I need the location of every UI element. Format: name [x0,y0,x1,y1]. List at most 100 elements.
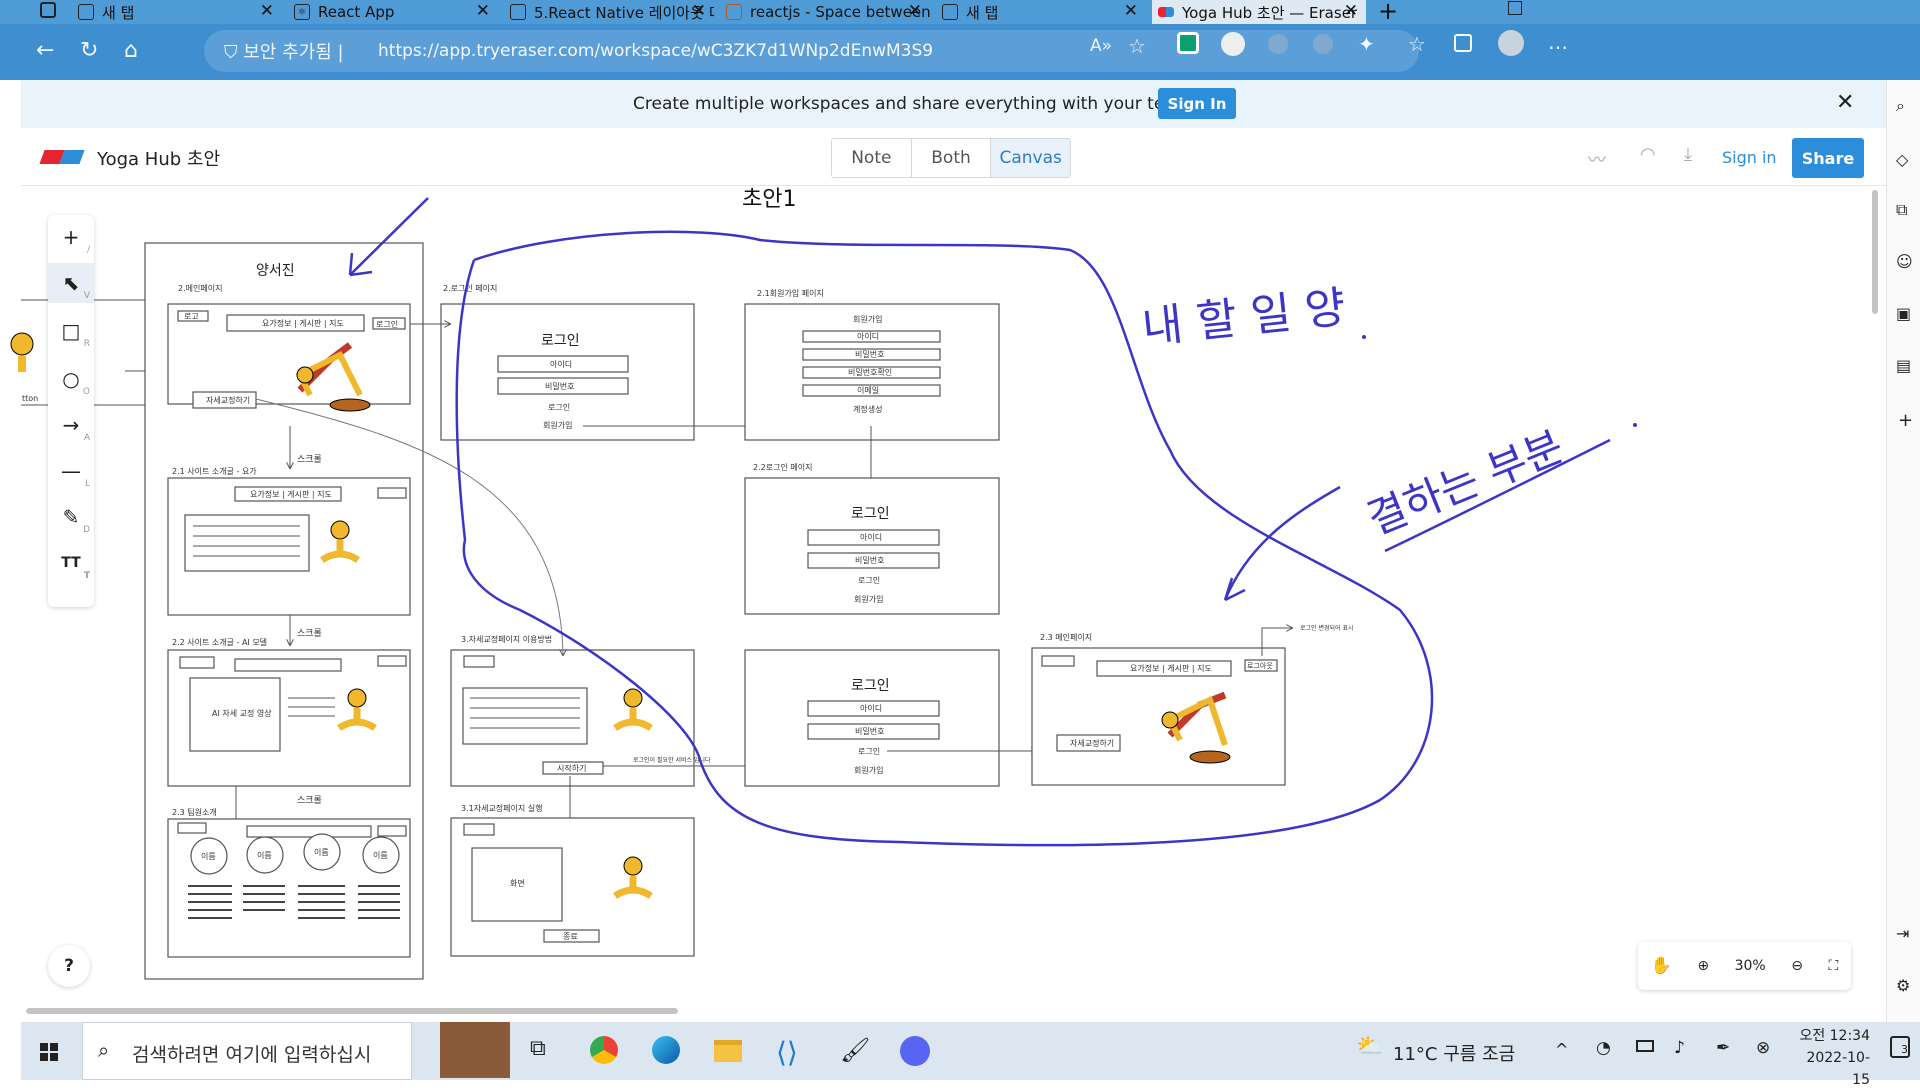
vscode-icon[interactable]: ⟨⟩ [776,1036,798,1069]
scroll-label: 스크롤 [297,454,322,465]
vertical-scrollbar[interactable] [1872,190,1878,314]
weather-text[interactable]: 11°C 구름 조금 [1393,1040,1515,1066]
start-button-text: 시작하기 [557,763,586,773]
add-tool-button[interactable]: + / [48,217,94,257]
zoom-out-icon[interactable]: ⊖ [1791,958,1803,974]
create-account-text: 계정생성 [853,404,882,414]
logo-box [463,655,495,668]
chrome-icon[interactable] [590,1036,618,1064]
draw-tool-button[interactable]: ✎ D [48,497,94,537]
fullscreen-icon[interactable]: ⛶ [1828,958,1838,974]
ellipse-tool-button[interactable]: ○ O [48,359,94,399]
author-label: 양서진 [256,263,295,279]
svg-text:비밀번호: 비밀번호 [855,727,884,736]
login-then-note: 로그인 변경되어 표시 [1300,624,1354,632]
end-button-text: 종료 [563,932,578,941]
svg-text:아이디: 아이디 [860,532,882,542]
svg-text:회원가입: 회원가입 [854,766,883,775]
logout-text: 로그아웃 [1247,661,1273,670]
section-label: 2.2 사이트 소개글 - AI 모델 [172,637,267,647]
zoom-in-icon[interactable]: ⊕ [1697,958,1709,974]
file-explorer-icon[interactable] [714,1040,742,1062]
nav-box [234,658,342,672]
svg-text:로그인: 로그인 [851,678,890,694]
zoom-controls: ✋ ⊕ 30% ⊖ ⛶ [1638,942,1851,990]
logo-box [177,822,207,834]
edge-icon[interactable] [652,1036,680,1064]
svg-text:아이디: 아이디 [857,331,879,341]
login-box [377,487,407,499]
text-block [184,514,310,572]
text-tool-button[interactable]: TT T [48,543,94,583]
yoga-figure-partial [10,332,34,372]
battery-icon[interactable] [1636,1040,1654,1052]
arrow-tool-button[interactable]: → A [48,405,94,445]
section-label: 2.3 메인페이지 [1040,632,1092,642]
id-field-text: 아이디 [550,359,572,369]
signup-link-text: 회원가입 [543,421,572,430]
nav-text: 요가정보 | 게시판 | 지도 [262,318,344,328]
logo-box [179,656,215,669]
svg-text:요가정보 | 게시판 | 지도: 요가정보 | 게시판 | 지도 [1130,663,1212,673]
hand-pan-icon[interactable]: ✋ [1651,956,1672,976]
clock-time: 오전 12:34 [1799,1028,1870,1044]
frame-title[interactable]: 초안1 [742,187,796,212]
logo-box [1041,655,1075,667]
handwritten-dot [1633,423,1637,427]
select-tool-button[interactable]: ⬉ V [48,263,94,303]
help-button[interactable]: ? [48,945,90,987]
svg-text:로그인: 로그인 [858,746,880,756]
section-label: 3.자세교정페이지 이용방법 [461,634,552,644]
pw-field-text: 비밀번호 [545,382,574,391]
handwritten-note-2: 결하는 부분 [1360,421,1570,544]
task-view-icon[interactable]: ⧉ [530,1036,546,1061]
discord-icon[interactable] [900,1036,930,1066]
tray-chevron-icon[interactable]: ^ [1555,1040,1568,1059]
svg-text:회원가입: 회원가입 [854,595,883,604]
ime-icon[interactable]: ⊗ [1756,1038,1770,1058]
paint-icon[interactable]: 🖌 [840,1036,870,1064]
signup-title: 회원가입 [853,315,882,324]
section-label: 3.1자세교정페이지 실행 [461,803,543,813]
svg-text:이름: 이름 [314,847,329,857]
logo-text: 로고 [184,312,199,321]
drawing-toolbar: + / ⬉ V □ R ○ O → A — L ✎ D TT T [48,215,94,607]
nav-box [246,825,372,838]
network-icon[interactable]: ◔ [1596,1038,1611,1058]
notification-icon[interactable]: 3 [1890,1036,1910,1058]
search-highlight-image[interactable] [440,1022,510,1078]
posture-btn-text: 자세교정하기 [206,395,250,405]
search-icon: ⌕ [98,1038,110,1062]
windows-start-icon[interactable] [40,1043,58,1061]
login-page-wireframe[interactable] [744,477,1000,615]
login-btn-text: 로그인 [376,319,398,329]
handwritten-dot [1362,335,1366,339]
volume-icon[interactable]: ♪ [1674,1038,1685,1058]
section-label: 2.1회원가입 페이지 [757,288,824,298]
section-label: 2.1 사이트 소개글 - 요가 [172,466,257,476]
line-tool-button[interactable]: — L [48,451,94,491]
svg-text:로그인: 로그인 [851,506,890,522]
login-box [377,825,407,837]
taskbar-clock[interactable]: 오전 12:34 2022-10-15 [1790,1025,1870,1091]
rectangle-tool-button[interactable]: □ R [48,311,94,351]
svg-text:자세교정하기: 자세교정하기 [1070,738,1114,748]
scroll-label: 스크롤 [297,628,322,639]
horizontal-scrollbar[interactable] [26,1008,678,1014]
svg-text:비밀번호확인: 비밀번호확인 [848,367,892,377]
svg-text:로그인: 로그인 [858,575,880,585]
pen-icon[interactable]: ✒ [1716,1038,1730,1058]
canvas-drawing: tton 초안1 양서진 2.메인페이지 로고 요가정보 | 게시판 | 지도 … [10,187,1637,980]
svg-text:비밀번호: 비밀번호 [855,350,884,359]
svg-text:아이디: 아이디 [860,703,882,713]
clock-date: 2022-10-15 [1806,1050,1870,1088]
text-block [462,687,588,745]
nav-text: 요가정보 | 게시판 | 지도 [250,489,332,499]
notification-count: 3 [1901,1043,1908,1056]
login-button-text: 로그인 [548,402,570,412]
zoom-level[interactable]: 30% [1735,958,1766,974]
svg-text:이메일: 이메일 [857,385,879,395]
weather-icon: ⛅ [1356,1034,1384,1059]
taskbar-search-placeholder: 검색하려면 여기에 입력하십시 [132,1044,372,1066]
section-label: 2.3 팀원소개 [172,807,217,817]
